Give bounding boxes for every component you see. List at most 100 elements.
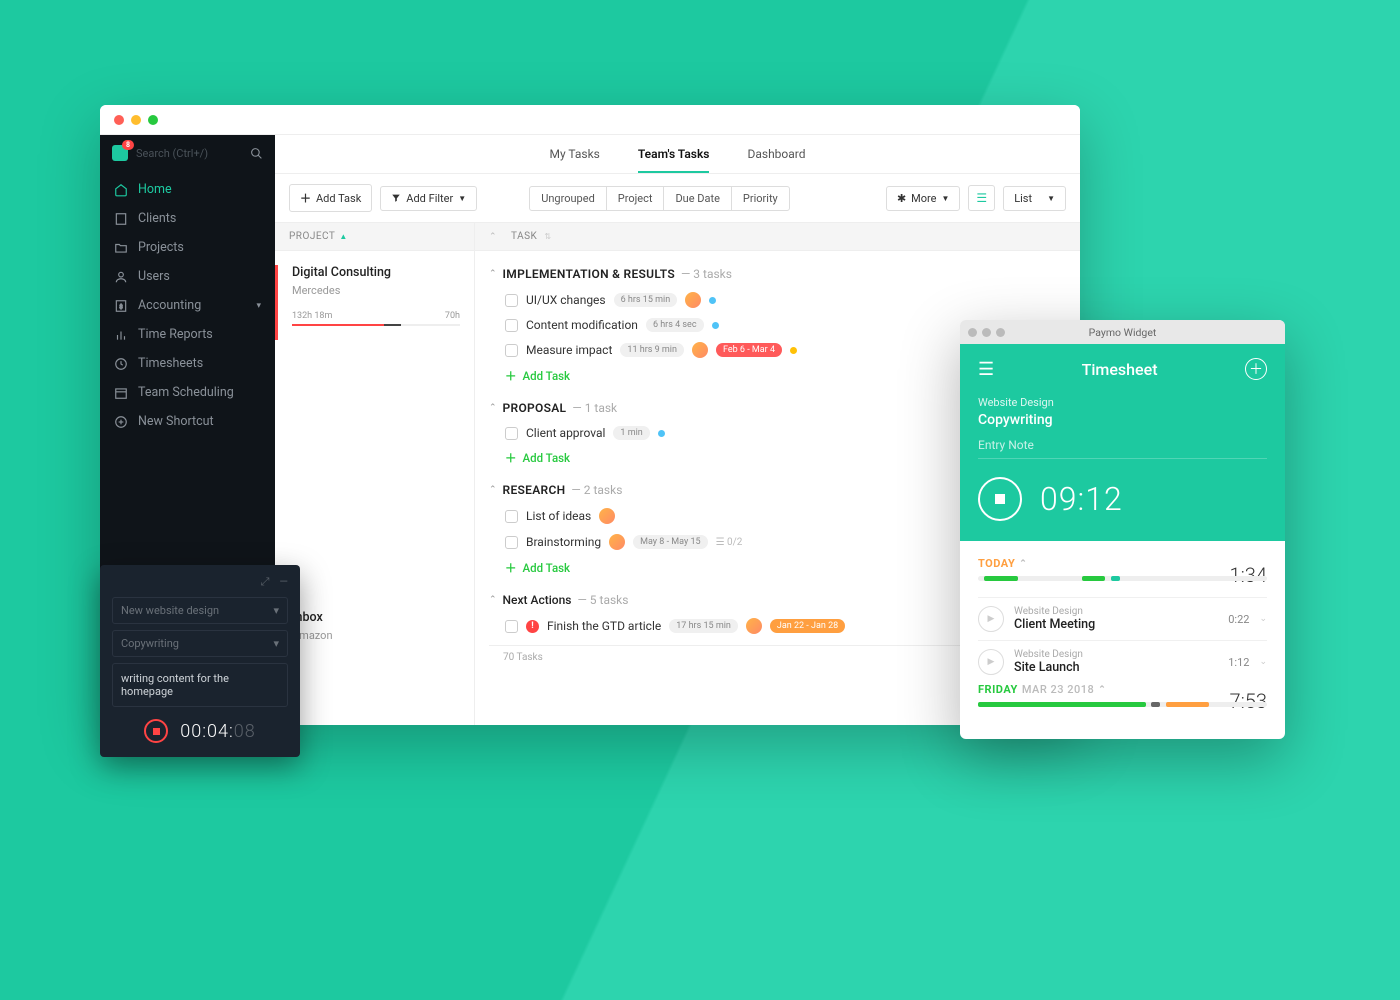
chevron-up-icon: ⌃ [1098, 685, 1106, 695]
assignee-avatar [685, 292, 701, 308]
project-client: Mercedes [292, 284, 460, 297]
add-task-button[interactable]: ＋Add Task [289, 184, 372, 212]
maximize-icon[interactable] [996, 328, 1005, 337]
widget-stop-button[interactable] [978, 477, 1022, 521]
tracker-stop-button[interactable] [144, 719, 168, 743]
duration-badge: 1 min [613, 426, 649, 440]
status-dot [709, 297, 716, 304]
close-icon[interactable] [968, 328, 977, 337]
sidebar-item-projects[interactable]: Projects [100, 233, 275, 262]
home-icon [114, 183, 128, 197]
maximize-icon[interactable] [148, 115, 158, 125]
sidebar-item-clients[interactable]: Clients [100, 204, 275, 233]
duration-badge: 17 hrs 15 min [669, 619, 738, 633]
more-button[interactable]: ✱More▼ [886, 186, 960, 211]
play-icon[interactable]: ▶ [978, 606, 1004, 632]
day-timeline-bar [978, 702, 1267, 707]
duration-badge: 11 hrs 9 min [620, 343, 684, 357]
task-group-header[interactable]: ⌃IMPLEMENTATION & RESULTS — 3 tasks [489, 261, 1066, 287]
project-card[interactable]: Digital Consulting Mercedes 132h 18m70h [275, 265, 474, 340]
timesheet-widget: Paymo Widget ☰ Timesheet ＋ Website Desig… [960, 320, 1285, 739]
task-checkbox[interactable] [505, 427, 518, 440]
close-icon[interactable] [114, 115, 124, 125]
add-entry-button[interactable]: ＋ [1245, 358, 1267, 380]
tracker-project-select[interactable]: New website design▾ [112, 597, 288, 624]
task-row[interactable]: UI/UX changes6 hrs 15 min [489, 287, 1066, 313]
assignee-avatar [599, 508, 615, 524]
tab-dashboard[interactable]: Dashboard [747, 147, 805, 173]
add-filter-button[interactable]: Add Filter▼ [380, 186, 477, 211]
chevron-down-icon: ⌄ [1259, 614, 1267, 624]
chevron-down-icon: ⌄ [1259, 657, 1267, 667]
sidebar-item-team-scheduling[interactable]: Team Scheduling [100, 378, 275, 407]
widget-note-input[interactable]: Entry Note [978, 438, 1267, 459]
time-entry[interactable]: ▶Website DesignClient Meeting0:22⌄ [978, 597, 1267, 640]
task-checkbox[interactable] [505, 536, 518, 549]
project-name: Inbox [292, 610, 460, 625]
date-badge: Jan 22 - Jan 28 [770, 619, 845, 633]
assignee-avatar [746, 618, 762, 634]
sidebar-item-users[interactable]: Users [100, 262, 275, 291]
column-headers: PROJECT▲ ⌃ TASK⇅ [275, 223, 1080, 251]
task-checkbox[interactable] [505, 344, 518, 357]
play-icon[interactable]: ▶ [978, 649, 1004, 675]
toolbar: ＋Add Task Add Filter▼ UngroupedProjectDu… [275, 174, 1080, 223]
group-by-ungrouped[interactable]: Ungrouped [530, 187, 607, 210]
tab-my-tasks[interactable]: My Tasks [549, 147, 599, 173]
menu-icon[interactable]: ☰ [978, 359, 994, 380]
task-checkbox[interactable] [505, 294, 518, 307]
project-progress-bar [292, 324, 460, 326]
minimize-icon[interactable] [982, 328, 991, 337]
notification-badge: 8 [122, 140, 134, 150]
time-tracker-panel: ⤢ — New website design▾ Copywriting▾ wri… [100, 565, 300, 757]
day-timeline-bar [978, 576, 1267, 581]
time-entry[interactable]: ▶Website DesignSite Launch1:12⌄ [978, 640, 1267, 683]
timesheets-icon [114, 357, 128, 371]
widget-task[interactable]: Copywriting [978, 412, 1267, 428]
app-logo[interactable]: 8 [112, 145, 128, 161]
priority-icon: ! [526, 620, 539, 633]
chevron-up-icon: ⌃ [1019, 559, 1027, 569]
task-checkbox[interactable] [505, 319, 518, 332]
group-by-priority[interactable]: Priority [732, 187, 789, 210]
task-checkbox[interactable] [505, 620, 518, 633]
tracker-elapsed-time: 00:04:08 [180, 721, 255, 742]
sidebar-item-timesheets[interactable]: Timesheets [100, 349, 275, 378]
search-input[interactable]: Search (Ctrl+/) [136, 147, 242, 160]
projects-icon [114, 241, 128, 255]
project-name: Digital Consulting [292, 265, 460, 280]
status-dot [712, 322, 719, 329]
minimize-icon[interactable] [131, 115, 141, 125]
group-by-project[interactable]: Project [607, 187, 665, 210]
sidebar-item-home[interactable]: Home [100, 175, 275, 204]
search-icon[interactable] [250, 147, 263, 160]
sidebar-item-new-shortcut[interactable]: New Shortcut [100, 407, 275, 436]
project-column: Digital Consulting Mercedes 132h 18m70h … [275, 251, 475, 725]
tab-team-s-tasks[interactable]: Team's Tasks [638, 147, 710, 173]
view-selector[interactable]: List▼ [1003, 186, 1066, 211]
widget-project[interactable]: Website Design [978, 396, 1267, 409]
view-mode-icon[interactable]: ☰ [968, 185, 995, 211]
accounting-icon: $ [114, 299, 128, 313]
duration-badge: 6 hrs 15 min [614, 293, 678, 307]
task-column-header[interactable]: ⌃ TASK⇅ [475, 223, 1080, 250]
tracker-task-select[interactable]: Copywriting▾ [112, 630, 288, 657]
group-by-due-date[interactable]: Due Date [664, 187, 731, 210]
gear-icon: ✱ [897, 192, 906, 205]
sort-asc-icon: ▲ [339, 232, 347, 241]
tracker-note-input[interactable]: writing content for the homepage [112, 663, 288, 707]
project-card[interactable]: Inbox Amazon [275, 610, 474, 670]
expand-icon[interactable]: ⤢ [261, 575, 270, 589]
svg-text:$: $ [119, 303, 122, 310]
duration-badge: 6 hrs 4 sec [646, 318, 704, 332]
minimize-icon[interactable]: — [279, 575, 288, 589]
project-column-header[interactable]: PROJECT▲ [275, 223, 475, 250]
status-dot [790, 347, 797, 354]
task-checkbox[interactable] [505, 510, 518, 523]
widget-titlebar: Paymo Widget [960, 320, 1285, 344]
main-tabs: My Tasks Team's Tasks Dashboard [275, 135, 1080, 174]
widget-elapsed-time: 09:12 [1040, 480, 1123, 518]
sidebar-item-time-reports[interactable]: Time Reports [100, 320, 275, 349]
sidebar-item-accounting[interactable]: $Accounting▾ [100, 291, 275, 320]
status-dot [658, 430, 665, 437]
